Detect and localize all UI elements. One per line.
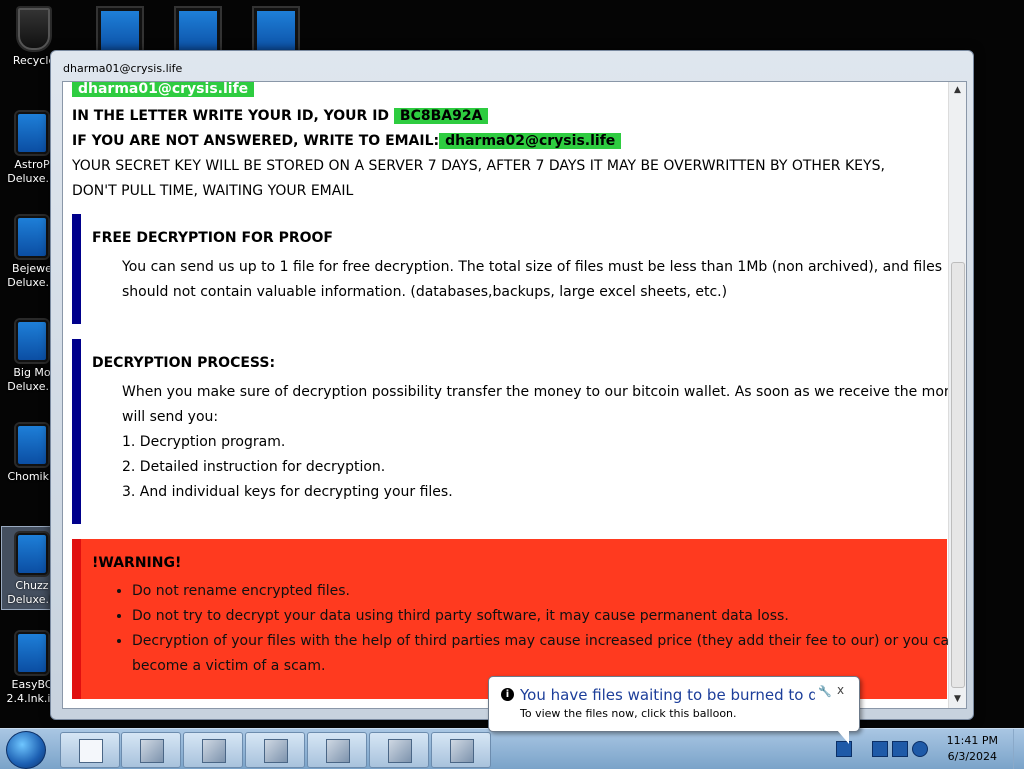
free-decryption-section: FREE DECRYPTION FOR PROOF You can send u… [72, 214, 947, 324]
id-line: IN THE LETTER WRITE YOUR ID, YOUR ID BC8… [72, 104, 489, 129]
window-title: dharma01@crysis.life [63, 62, 183, 75]
volume-icon[interactable] [912, 741, 928, 757]
balloon-tail [837, 730, 849, 744]
installer-icon [450, 739, 474, 763]
info-icon: i [501, 688, 514, 701]
app-icon [16, 320, 48, 362]
contact-line: dharma01@crysis.life [72, 82, 255, 102]
start-button[interactable] [6, 731, 46, 769]
balloon-text: To view the files now, click this balloo… [520, 707, 737, 720]
ransom-note-window: dharma01@crysis.life dharma01@crysis.lif… [50, 50, 974, 720]
action-center-icon[interactable] [872, 741, 888, 757]
warning-list: Do not rename encrypted files. Do not tr… [122, 579, 958, 679]
list-item: Do not rename encrypted files. [132, 579, 952, 604]
document-icon [79, 739, 103, 763]
warning-heading: !WARNING! [92, 555, 182, 571]
list-item: 1. Decryption program. [122, 434, 286, 450]
alt-email: dharma02@crysis.life [439, 133, 622, 149]
text-line: You can send us up to 1 file for free de… [122, 259, 942, 275]
clock[interactable]: 11:41 PM 6/3/2024 [947, 733, 998, 765]
taskbar-button-installer[interactable] [307, 732, 367, 768]
section-heading: DECRYPTION PROCESS: [92, 355, 276, 371]
notification-balloon[interactable]: i You have files waiting to be burned to… [488, 676, 860, 744]
scroll-thumb[interactable] [951, 262, 965, 688]
notice-line-1: YOUR SECRET KEY WILL BE STORED ON A SERV… [72, 158, 885, 174]
steps-list: 1. Decryption program. 2. Detailed instr… [122, 430, 942, 505]
balloon-close-button[interactable]: x [837, 683, 844, 697]
vertical-scrollbar[interactable]: ▲ ▼ [948, 82, 966, 708]
options-icon[interactable]: 🔧 [818, 685, 832, 698]
system-tray: 11:41 PM 6/3/2024 [834, 729, 1024, 769]
window-content: dharma01@crysis.life IN THE LETTER WRITE… [62, 81, 967, 709]
section-text: You can send us up to 1 file for free de… [122, 255, 942, 305]
alt-email-line: IF YOU ARE NOT ANSWERED, WRITE TO EMAIL:… [72, 129, 622, 154]
installer-icon [140, 739, 164, 763]
text-line: will send you: [122, 409, 219, 425]
balloon-title: You have files waiting to be burned to d… [520, 686, 815, 704]
app-icon [16, 533, 48, 575]
taskbar: 11:41 PM 6/3/2024 [0, 728, 1024, 769]
trash-icon [18, 8, 50, 50]
installer-icon [264, 739, 288, 763]
section-heading: FREE DECRYPTION FOR PROOF [92, 230, 333, 246]
alt-email-text: IF YOU ARE NOT ANSWERED, WRITE TO EMAIL: [72, 133, 440, 149]
scroll-down-arrow-icon[interactable]: ▼ [949, 691, 966, 708]
section-text: When you make sure of decryption possibi… [122, 380, 967, 430]
network-icon[interactable] [892, 741, 908, 757]
scroll-up-arrow-icon[interactable]: ▲ [949, 82, 966, 99]
list-item: 2. Detailed instruction for decryption. [122, 459, 386, 475]
warning-section: !WARNING! Do not rename encrypted files.… [72, 539, 958, 699]
installer-icon [202, 739, 226, 763]
app-icon [16, 112, 48, 154]
taskbar-button-installer[interactable] [245, 732, 305, 768]
clock-time: 11:41 PM [946, 734, 998, 747]
installer-icon [388, 739, 412, 763]
text-line: When you make sure of decryption possibi… [122, 384, 967, 400]
app-icon [16, 424, 48, 466]
taskbar-button-installer[interactable] [183, 732, 243, 768]
app-icon [16, 216, 48, 258]
clock-date: 6/3/2024 [947, 750, 998, 763]
app-icon [16, 632, 48, 674]
desktop-shortcut-icon[interactable] [254, 8, 298, 56]
taskbar-button-installer[interactable] [431, 732, 491, 768]
desktop-shortcut-icon[interactable] [176, 8, 220, 56]
id-line-text: IN THE LETTER WRITE YOUR ID, YOUR ID [72, 108, 390, 124]
installer-icon [326, 739, 350, 763]
taskbar-button-installer[interactable] [121, 732, 181, 768]
show-desktop-button[interactable] [1013, 729, 1024, 769]
user-id-badge: BC8BA92A [393, 108, 489, 124]
contact-email: dharma01@crysis.life [72, 82, 255, 97]
taskbar-button-installer[interactable] [369, 732, 429, 768]
text-line: should not contain valuable information.… [122, 284, 728, 300]
list-item: Do not try to decrypt your data using th… [132, 604, 952, 629]
list-item: 3. And individual keys for decrypting yo… [122, 484, 453, 500]
taskbar-button-document[interactable] [60, 732, 120, 768]
decryption-process-section: DECRYPTION PROCESS: When you make sure o… [72, 339, 967, 524]
desktop-shortcut-icon[interactable] [98, 8, 142, 56]
notice-line-2: DON'T PULL TIME, WAITING YOUR EMAIL [72, 183, 354, 199]
list-item: Decryption of your files with the help o… [132, 629, 958, 654]
